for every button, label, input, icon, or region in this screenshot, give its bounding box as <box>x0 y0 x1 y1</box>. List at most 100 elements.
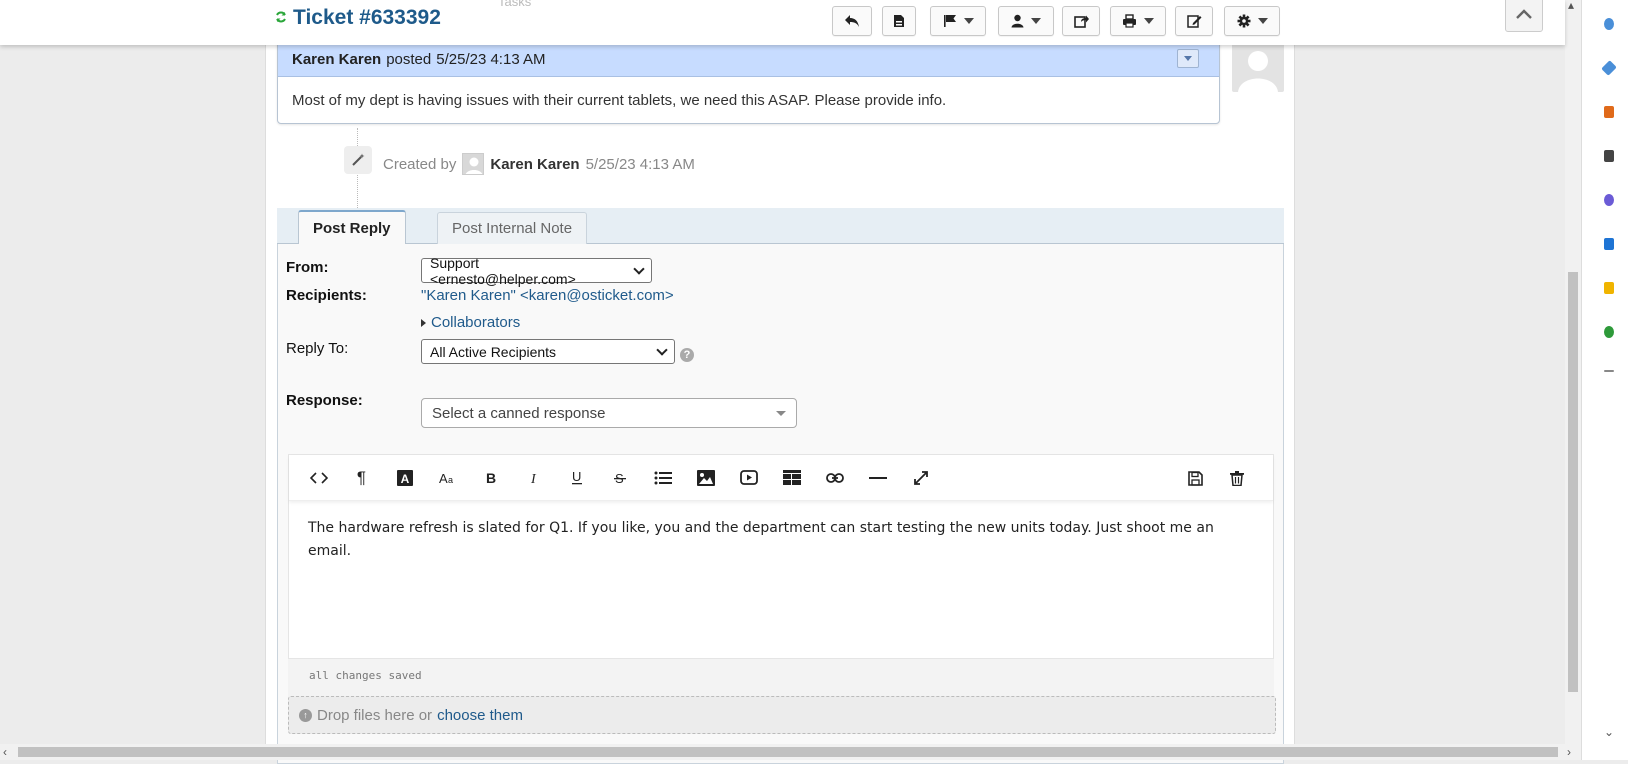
chevron-down-icon <box>1144 18 1154 24</box>
thread-entry-header: Karen Karen posted 5/25/23 4:13 AM <box>278 43 1219 77</box>
save-draft-icon[interactable] <box>1174 462 1217 494</box>
printer-icon <box>1123 14 1136 28</box>
editor-toolbar: ¶ A Aa B I U S <box>289 455 1273 501</box>
from-select-value: Support <ernesto@helper.com> <box>430 254 576 287</box>
tab-post-reply[interactable]: Post Reply <box>298 210 406 244</box>
help-icon[interactable]: ? <box>680 348 694 362</box>
reply-form: From: Support <ernesto@helper.com> Recip… <box>277 244 1284 764</box>
reply-to-value: All Active Recipients <box>430 343 557 360</box>
draft-status-text: all changes saved <box>309 669 422 682</box>
extension-icon[interactable] <box>1604 150 1614 162</box>
file-icon <box>894 15 904 27</box>
from-select[interactable]: Support <ernesto@helper.com> <box>421 255 652 287</box>
browser-side-panel: ⌄ <box>1581 0 1628 760</box>
chevron-down-icon <box>1031 18 1041 24</box>
from-label: From: <box>286 259 329 276</box>
sticky-header: Tasks Ticket #633392 <box>0 0 1565 45</box>
scroll-left-arrow-icon[interactable]: ‹ <box>3 745 7 759</box>
event-label: Created by <box>383 155 457 173</box>
underline-icon[interactable]: U <box>555 462 598 494</box>
extension-icon[interactable] <box>1604 326 1614 338</box>
extension-icon[interactable] <box>1604 370 1614 372</box>
italic-icon[interactable]: I <box>512 462 555 494</box>
settings-dropdown-button[interactable] <box>1224 6 1280 36</box>
extension-icon[interactable] <box>1604 106 1614 118</box>
reply-button[interactable] <box>832 6 872 36</box>
paragraph-icon[interactable]: ¶ <box>340 462 383 494</box>
draft-status-bar <box>288 659 1274 697</box>
recipients-label: Recipients: <box>286 287 367 304</box>
chevron-down-icon <box>963 18 974 24</box>
tab-post-internal-note[interactable]: Post Internal Note <box>437 212 588 244</box>
print-dropdown-button[interactable] <box>1110 6 1166 36</box>
vertical-scroll-thumb[interactable] <box>1568 272 1578 692</box>
svg-text:B: B <box>486 471 496 485</box>
table-icon[interactable] <box>770 462 813 494</box>
extension-icon[interactable] <box>1604 238 1614 250</box>
choose-files-link[interactable]: choose them <box>437 707 523 724</box>
strikethrough-icon[interactable]: S <box>598 462 641 494</box>
code-icon[interactable] <box>297 462 340 494</box>
horizontal-scroll-thumb[interactable] <box>18 747 1558 757</box>
bold-icon[interactable]: B <box>469 462 512 494</box>
video-icon[interactable] <box>727 462 770 494</box>
extension-icon[interactable] <box>1604 194 1614 206</box>
reply-to-label: Reply To: <box>286 340 349 357</box>
collaborators-label: Collaborators <box>431 314 521 331</box>
scroll-up-arrow-icon[interactable]: ▴ <box>1568 0 1574 12</box>
vertical-scrollbar[interactable]: ▴ <box>1565 0 1581 744</box>
reply-icon <box>845 15 859 27</box>
chevron-up-icon <box>1516 9 1532 19</box>
file-dropzone[interactable]: ↑ Drop files here or choose them <box>288 696 1276 734</box>
scroll-to-top-button[interactable] <box>1505 0 1543 32</box>
event-user: Karen Karen <box>490 155 580 173</box>
thread-entry: Karen Karen posted 5/25/23 4:13 AM Most … <box>277 42 1220 124</box>
ticket-title-link[interactable]: Ticket #633392 <box>275 6 441 30</box>
entry-posted-label: posted <box>386 51 432 68</box>
reply-to-select[interactable]: All Active Recipients <box>421 339 675 364</box>
delete-draft-icon[interactable] <box>1215 462 1258 494</box>
chevron-down-icon <box>1184 56 1192 61</box>
flag-dropdown-button[interactable] <box>930 6 986 36</box>
edit-button[interactable] <box>1175 6 1213 36</box>
horizontal-rule-icon[interactable] <box>856 462 899 494</box>
svg-text:I: I <box>530 472 537 485</box>
image-icon[interactable] <box>684 462 727 494</box>
text-color-icon[interactable]: A <box>383 462 426 494</box>
flag-icon <box>943 15 956 27</box>
extension-icon[interactable] <box>1604 18 1614 30</box>
event-timestamp: 5/25/23 4:13 AM <box>585 155 695 173</box>
extension-icon[interactable] <box>1604 282 1614 294</box>
editor-content[interactable]: The hardware refresh is slated for Q1. I… <box>289 501 1273 579</box>
thread-event: Created by Karen Karen 5/25/23 4:13 AM <box>383 153 695 175</box>
collaborators-toggle[interactable]: Collaborators <box>421 314 520 331</box>
chevron-down-icon[interactable]: ⌄ <box>1604 725 1614 739</box>
font-size-icon[interactable]: Aa <box>426 462 469 494</box>
share-icon <box>1073 15 1089 28</box>
recipients-link[interactable]: "Karen Karen" <karen@osticket.com> <box>421 287 674 304</box>
svg-text:U: U <box>572 470 581 484</box>
ghost-tab-text: Tasks <box>498 0 532 9</box>
response-label: Response: <box>286 392 363 409</box>
fullscreen-icon[interactable] <box>899 462 942 494</box>
avatar <box>462 153 485 175</box>
horizontal-scrollbar[interactable]: ‹ › <box>0 744 1581 760</box>
print-pdf-button[interactable] <box>882 6 916 36</box>
entry-author: Karen Karen <box>292 51 382 68</box>
chevron-down-icon <box>656 343 668 356</box>
canned-response-select[interactable]: Select a canned response <box>421 398 797 428</box>
list-icon[interactable] <box>641 462 684 494</box>
svg-text:A: A <box>400 472 409 486</box>
link-icon[interactable] <box>813 462 856 494</box>
chevron-down-icon <box>633 262 645 275</box>
refresh-icon[interactable] <box>275 10 287 27</box>
upload-icon: ↑ <box>299 708 312 722</box>
scroll-right-arrow-icon[interactable]: › <box>1567 745 1571 759</box>
transfer-button[interactable] <box>1062 6 1100 36</box>
entry-actions-button[interactable] <box>1177 49 1199 68</box>
dropzone-text: Drop files here or <box>317 706 433 724</box>
assign-dropdown-button[interactable] <box>998 6 1054 36</box>
extension-icon[interactable] <box>1601 60 1617 76</box>
chevron-down-icon <box>776 410 786 416</box>
user-icon <box>1011 14 1024 28</box>
